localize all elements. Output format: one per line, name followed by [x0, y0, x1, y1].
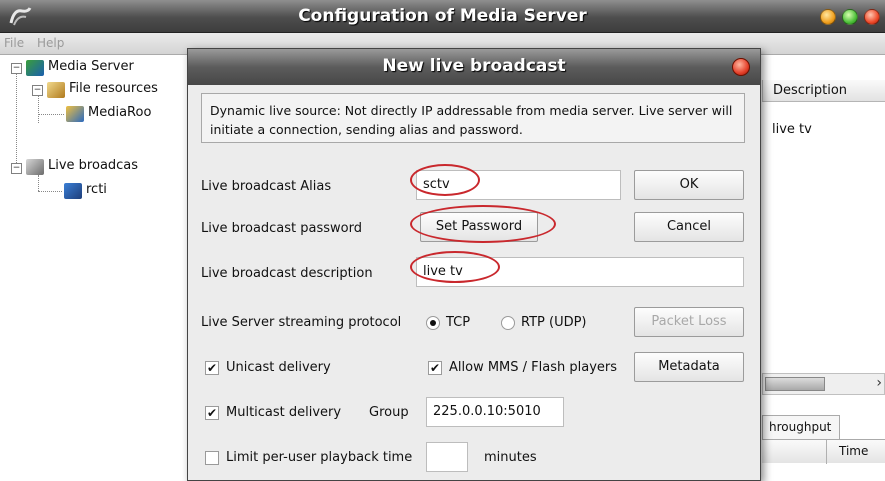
tree-collapse-live-broadcasts-icon[interactable]: −: [11, 163, 22, 174]
radio-rtp-udp-label[interactable]: RTP (UDP): [521, 315, 587, 330]
time-column-header[interactable]: Time: [826, 440, 868, 464]
details-panel: Description live tv › hroughput Time: [762, 55, 885, 481]
tree-item-media-root[interactable]: MediaRoo: [88, 105, 151, 120]
radio-rtp-udp[interactable]: [501, 316, 515, 330]
dialog-title: New live broadcast: [382, 56, 566, 76]
minutes-label: minutes: [484, 450, 537, 465]
throughput-list-header: Time: [762, 439, 885, 464]
tree-collapse-file-resources-icon[interactable]: −: [32, 85, 43, 96]
minutes-input[interactable]: [426, 442, 468, 472]
main-title-bar[interactable]: Configuration of Media Server: [0, 0, 885, 33]
allow-mms-label: Allow MMS / Flash players: [449, 360, 618, 375]
broadcast-item-icon: [64, 183, 82, 199]
close-button[interactable]: [864, 9, 880, 25]
file-resources-icon: [47, 82, 65, 98]
scrollbar-thumb[interactable]: [765, 377, 825, 391]
radio-tcp[interactable]: [426, 316, 440, 330]
dialog-title-bar[interactable]: New live broadcast: [188, 49, 760, 85]
menu-file[interactable]: File: [4, 36, 24, 50]
scroll-right-arrow-icon[interactable]: ›: [876, 375, 882, 391]
protocol-label: Live Server streaming protocol: [201, 315, 402, 330]
packet-loss-button[interactable]: Packet Loss: [634, 307, 744, 337]
horizontal-scrollbar[interactable]: ›: [762, 373, 885, 395]
unicast-label: Unicast delivery: [226, 360, 331, 375]
tree-collapse-root-icon[interactable]: −: [11, 63, 22, 74]
folder-icon: [66, 106, 84, 122]
allow-mms-checkbox[interactable]: ✔: [428, 361, 442, 375]
set-password-button[interactable]: Set Password: [420, 212, 538, 242]
alias-label: Live broadcast Alias: [201, 179, 332, 194]
radio-tcp-label[interactable]: TCP: [446, 315, 470, 330]
main-window-title: Configuration of Media Server: [298, 6, 587, 26]
description-input[interactable]: live tv: [416, 257, 744, 287]
tree-item-rcti[interactable]: rcti: [86, 182, 107, 197]
live-broadcasts-icon: [26, 159, 44, 175]
multicast-label: Multicast delivery: [226, 405, 342, 420]
new-live-broadcast-dialog: New live broadcast Dynamic live source: …: [187, 48, 761, 481]
menu-help[interactable]: Help: [37, 36, 64, 50]
description-cell[interactable]: live tv: [772, 122, 812, 137]
ok-button[interactable]: OK: [634, 170, 744, 200]
info-message: Dynamic live source: Not directly IP add…: [201, 93, 745, 143]
limit-checkbox[interactable]: [205, 451, 219, 465]
media-server-icon: [26, 60, 44, 76]
tab-throughput[interactable]: hroughput: [762, 415, 840, 439]
group-input[interactable]: 225.0.0.10:5010: [426, 397, 564, 427]
limit-label: Limit per-user playback time: [226, 450, 413, 465]
tree-item-file-resources[interactable]: File resources: [69, 81, 158, 96]
description-column-header[interactable]: Description: [762, 80, 885, 102]
tree-item-media-server[interactable]: Media Server: [48, 59, 134, 74]
dialog-close-icon[interactable]: [732, 58, 750, 76]
minimize-button[interactable]: [820, 9, 836, 25]
metadata-button[interactable]: Metadata: [634, 352, 744, 382]
description-label: Live broadcast description: [201, 266, 373, 281]
tree-item-live-broadcasts[interactable]: Live broadcas: [48, 158, 138, 173]
maximize-button[interactable]: [842, 9, 858, 25]
cancel-button[interactable]: Cancel: [634, 212, 744, 242]
multicast-checkbox[interactable]: ✔: [205, 406, 219, 420]
group-label: Group: [369, 405, 409, 420]
alias-input[interactable]: sctv: [416, 170, 621, 200]
password-label: Live broadcast password: [201, 221, 362, 236]
unicast-checkbox[interactable]: ✔: [205, 361, 219, 375]
